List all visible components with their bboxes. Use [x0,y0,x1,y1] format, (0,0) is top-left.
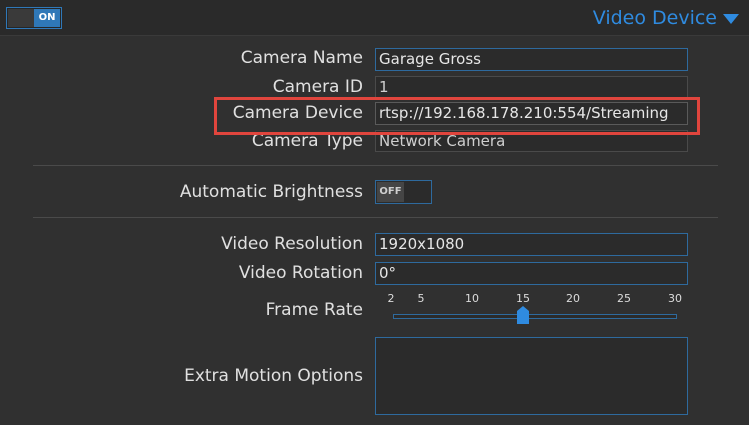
extra-motion-options-textarea[interactable] [375,337,688,415]
camera-id-field: 1 [375,76,688,99]
frame-rate-tick: 5 [417,292,425,305]
video-rotation-input[interactable]: 0° [375,262,688,285]
camera-device-input[interactable]: rtsp://192.168.178.210:554/Streaming [375,102,688,125]
toggle-on-label: ON [34,9,60,27]
camera-id-label: Camera ID [272,77,363,97]
video-resolution-input[interactable]: 1920x1080 [375,233,688,256]
toggle-knob [8,9,34,27]
camera-device-label: Camera Device [232,103,363,123]
divider [33,165,718,166]
frame-rate-tick: 20 [566,292,580,305]
video-rotation-label: Video Rotation [238,263,363,283]
section-header: ON Video Device [0,0,749,36]
automatic-brightness-label: Automatic Brightness [179,182,363,202]
device-enable-toggle[interactable]: ON [6,7,62,29]
camera-type-label: Camera Type [251,131,363,151]
frame-rate-slider-track[interactable] [393,314,677,319]
toggle-off-label: OFF [377,182,404,202]
frame-rate-tick: 25 [617,292,631,305]
frame-rate-tick: 2 [387,292,395,305]
camera-type-field: Network Camera [375,130,688,152]
extra-motion-options-label: Extra Motion Options [184,366,363,386]
video-resolution-label: Video Resolution [221,234,363,254]
frame-rate-slider-thumb[interactable] [517,306,529,324]
divider [33,217,718,218]
frame-rate-tick-labels: 2 5 10 15 20 25 30 [0,292,749,306]
camera-name-label: Camera Name [240,48,363,68]
section-title-text: Video Device [592,7,717,29]
frame-rate-tick: 15 [516,292,530,305]
frame-rate-tick: 10 [465,292,479,305]
section-title-video-device[interactable]: Video Device [593,6,739,30]
automatic-brightness-toggle[interactable]: OFF [375,180,432,204]
camera-name-input[interactable]: Garage Gross [375,48,688,71]
chevron-down-icon [723,14,739,24]
frame-rate-tick: 30 [668,292,682,305]
